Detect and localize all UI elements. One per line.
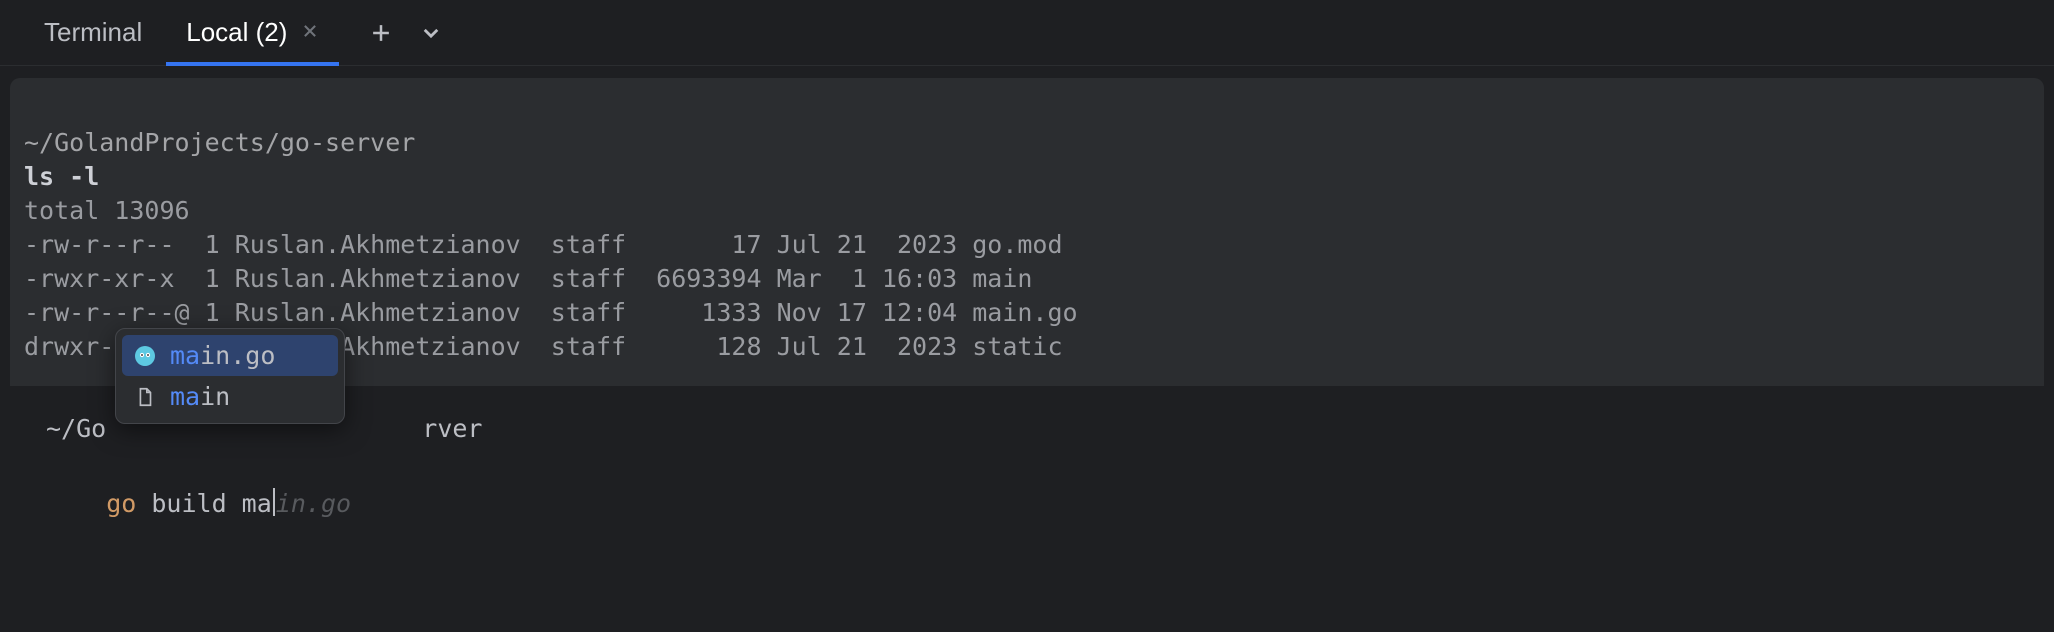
prompt-typed: build ma <box>136 489 271 518</box>
prompt-ghost-suggestion: in.go <box>276 489 351 518</box>
completion-item-main[interactable]: main <box>122 376 338 417</box>
tab-local-2-label: Local (2) <box>186 17 287 48</box>
text-caret <box>273 488 275 516</box>
close-icon[interactable] <box>301 19 319 47</box>
completion-label: main.go <box>170 341 275 370</box>
prompt-go-token: go <box>106 489 136 518</box>
completion-item-main-go[interactable]: main.go <box>122 335 338 376</box>
tab-actions <box>359 11 453 55</box>
output-cwd: ~/GolandProjects/go-server <box>24 128 415 157</box>
go-file-icon <box>132 343 158 369</box>
new-tab-button[interactable] <box>359 11 403 55</box>
file-icon <box>132 384 158 410</box>
tab-terminal[interactable]: Terminal <box>24 1 162 65</box>
output-line: -rw-r--r-- 1 Ruslan.Akhmetzianov staff 1… <box>24 230 1063 259</box>
tab-local-2[interactable]: Local (2) <box>166 1 339 65</box>
output-line: total 13096 <box>24 196 190 225</box>
terminal-tabs: Terminal Local (2) <box>0 0 2054 66</box>
completion-popup: main.go main <box>115 328 345 424</box>
output-cmd: ls -l <box>24 162 99 191</box>
tab-options-button[interactable] <box>409 11 453 55</box>
output-line: -rw-r--r--@ 1 Ruslan.Akhmetzianov staff … <box>24 298 1078 327</box>
output-line: -rwxr-xr-x 1 Ruslan.Akhmetzianov staff 6… <box>24 264 1032 293</box>
tab-terminal-label: Terminal <box>44 17 142 48</box>
completion-label: main <box>170 382 230 411</box>
